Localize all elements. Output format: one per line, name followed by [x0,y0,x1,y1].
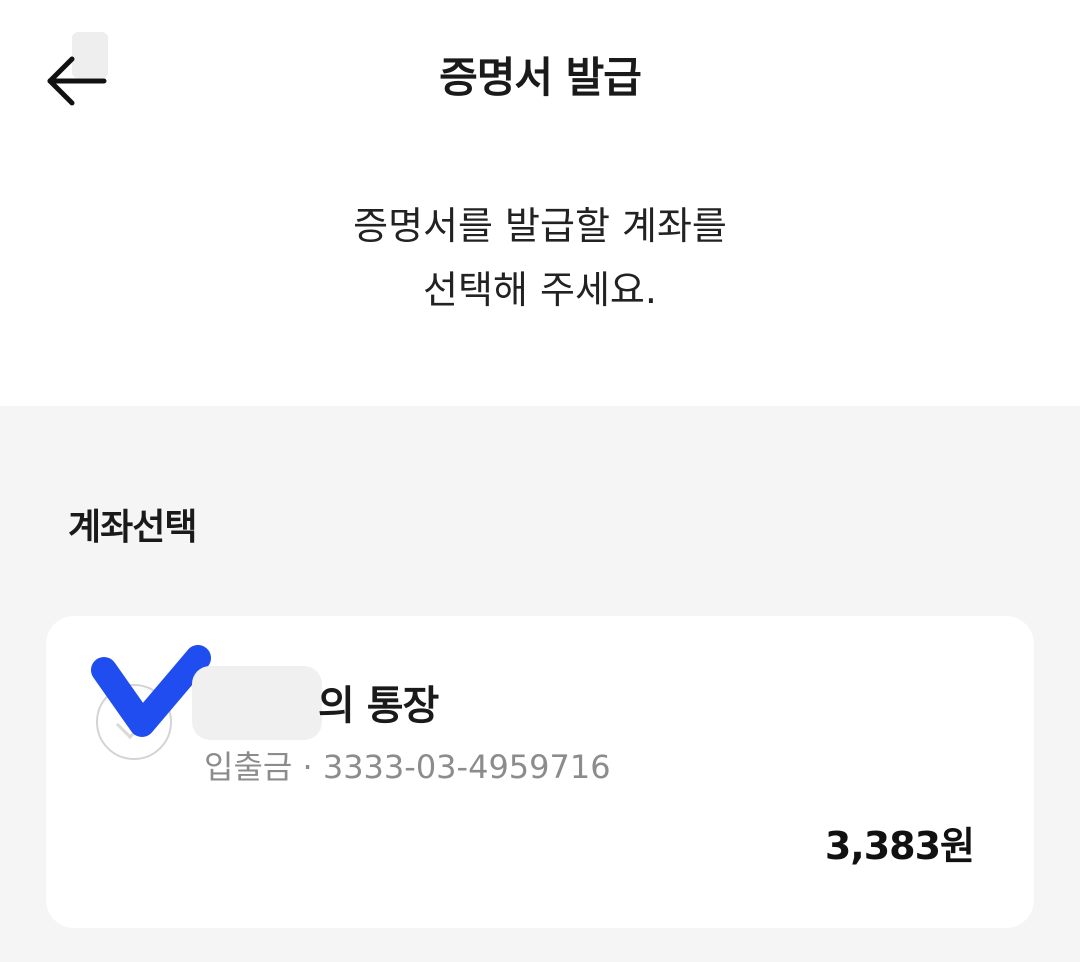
account-balance: 3,383원 [824,824,975,868]
instruction-line-1: 증명서를 발급할 계좌를 [353,204,727,248]
account-subtitle: 입출금 · 3333-03-4959716 [204,748,611,786]
page-title: 증명서 발급 [439,53,642,102]
section-title: 계좌선택 [68,507,197,548]
certificate-issue-screen: 증명서 발급 증명서를 발급할 계좌를 선택해 주세요. 계좌선택 의 통장 입… [0,0,1080,962]
instruction-text: 증명서를 발급할 계좌를 선택해 주세요. [0,194,1080,322]
name-redaction [192,666,322,740]
radio-check-icon [115,700,155,740]
app-header: 증명서 발급 [0,0,1080,160]
account-radio[interactable] [96,684,172,760]
account-card[interactable]: 의 통장 입출금 · 3333-03-4959716 3,383원 [46,616,1034,928]
account-list-area: 계좌선택 의 통장 입출금 · 3333-03-4959716 3,383원 [0,406,1080,962]
instruction-line-2: 선택해 주세요. [423,268,657,312]
account-name: 의 통장 [318,683,439,729]
